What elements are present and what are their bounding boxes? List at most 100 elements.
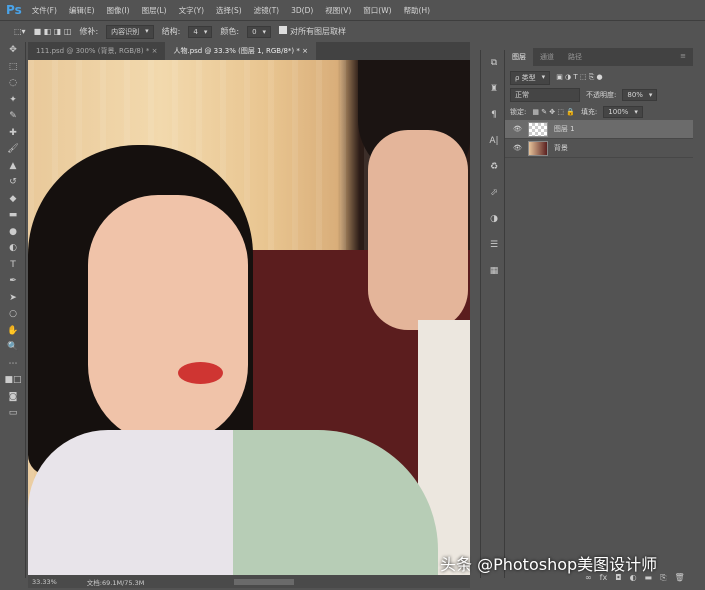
horizontal-scrollbar[interactable] <box>234 578 295 585</box>
options-bar: ⬚▾ ■ ◧ ◨ ◫ 修补: 内容识别 ▾ 结构: 4 ▾ 颜色: 0 ▾ 对所有图层… <box>0 20 705 42</box>
filter-icons[interactable]: ▣ ◑ T ⬚ ⎘ ● <box>556 73 602 82</box>
structure-value: 4 <box>193 27 198 36</box>
layer-thumbnail <box>527 140 548 156</box>
menu-bar: Ps 文件(F) 编辑(E) 图像(I) 图层(L) 文字(Y) 选择(S) 滤… <box>0 0 705 20</box>
menu-3d[interactable]: 3D(D) <box>291 6 313 15</box>
structure-select[interactable]: 4 ▾ <box>188 25 213 38</box>
filter-row: ρ 类型 ▾ ▣ ◑ T ⬚ ⎘ ● <box>505 69 693 86</box>
menu-select[interactable]: 选择(S) <box>216 5 242 16</box>
blend-mode-select[interactable]: 正常 <box>510 87 580 102</box>
sample-all-label: 对所有图层取样 <box>290 27 347 36</box>
tab-paths[interactable]: 路径 <box>561 48 589 66</box>
color-swatches-icon[interactable]: ■□ <box>0 372 26 389</box>
color-label: 颜色: <box>220 27 240 36</box>
zoom-tool-icon[interactable]: 🔍 <box>0 339 26 356</box>
screen-mode-icon[interactable]: ▭ <box>0 405 26 422</box>
blur-icon[interactable]: ● <box>0 224 26 241</box>
properties-icon[interactable]: ☰ <box>481 232 507 258</box>
tab-layers[interactable]: 图层 <box>505 48 533 66</box>
healing-brush-icon[interactable]: ✚ <box>0 125 26 142</box>
menu-layer[interactable]: 图层(L) <box>142 5 167 16</box>
gradient-icon[interactable]: ▬ <box>0 207 26 224</box>
pen-tool-icon[interactable]: ✒ <box>0 273 26 290</box>
layers-panel: 图层 通道 路径 ≡ ρ 类型 ▾ ▣ ◑ T ⬚ ⎘ ● 正常 不透明度: 80… <box>505 48 693 578</box>
paragraph-icon[interactable]: ¶ <box>481 102 507 128</box>
hand-tool-icon[interactable]: ✋ <box>0 323 26 340</box>
blend-mode: 正常 <box>515 90 529 99</box>
woman-lips <box>178 362 223 384</box>
fill-input[interactable]: 100% ▾ <box>603 105 643 118</box>
menu-image[interactable]: 图像(I) <box>107 5 130 16</box>
selection-mode-icons[interactable]: ■ ◧ ◨ ◫ <box>34 27 72 36</box>
opacity-value: 80% <box>627 90 643 99</box>
new-layer-icon[interactable]: ⎘ <box>660 573 666 583</box>
lock-label: 锁定: <box>510 107 527 116</box>
layer-row[interactable]: 👁 图层 1 <box>505 120 693 139</box>
opacity-label: 不透明度: <box>586 90 617 99</box>
patch-value: 内容识别 <box>111 27 140 36</box>
menu-file[interactable]: 文件(F) <box>32 5 57 16</box>
move-tool-icon[interactable]: ✥ <box>0 42 26 59</box>
layer-name: 图层 1 <box>553 125 575 133</box>
filter-kind-select[interactable]: ρ 类型 ▾ <box>510 70 551 85</box>
trash-icon[interactable]: 🗑 <box>675 573 685 583</box>
document-canvas[interactable] <box>28 60 470 575</box>
brush-icon[interactable]: 🖌 <box>0 141 26 158</box>
lasso-tool-icon[interactable]: ◌ <box>0 75 26 92</box>
tool-presets-icon[interactable]: ♻ <box>481 154 507 180</box>
panel-icon-strip: ⧉ ♜ ¶ A| ♻ ⬀ ◑ ☰ ▦ <box>480 50 505 578</box>
lock-icons[interactable]: ▦ ✎ ✥ ⬚ 🔒 <box>532 108 575 116</box>
character-icon[interactable]: A| <box>481 128 507 154</box>
menu-help[interactable]: 帮助(H) <box>404 5 431 16</box>
shape-tool-icon[interactable]: ○ <box>0 306 26 323</box>
opacity-input[interactable]: 80% ▾ <box>622 88 658 101</box>
visibility-eye-icon[interactable]: 👁 <box>513 144 522 152</box>
styles-icon[interactable]: ▦ <box>481 258 507 284</box>
tab-person-psd[interactable]: 人物.psd @ 33.3% (图层 1, RGB/8*) * × <box>165 42 316 60</box>
patch-label: 修补: <box>79 27 99 36</box>
menu-filter[interactable]: 滤镜(T) <box>254 5 279 16</box>
adjustments-icon[interactable]: ◑ <box>481 206 507 232</box>
path-select-icon[interactable]: ➤ <box>0 290 26 307</box>
panel-menu-icon[interactable]: ≡ <box>673 48 693 66</box>
history-panel-icon[interactable]: ⧉ <box>481 50 507 76</box>
zoom-level[interactable]: 33.33% <box>32 578 57 586</box>
edit-toolbar-icon[interactable]: ⋯ <box>0 356 26 373</box>
tab-111-psd[interactable]: 111.psd @ 300% (背景, RGB/8) * × <box>28 42 165 60</box>
type-tool-icon[interactable]: T <box>0 257 26 274</box>
dodge-icon[interactable]: ◐ <box>0 240 26 257</box>
tab-label: 人物.psd @ 33.3% (图层 1, RGB/8*) * <box>173 47 300 55</box>
menu-view[interactable]: 视图(V) <box>325 5 351 16</box>
quick-mask-icon[interactable]: ◙ <box>0 389 26 406</box>
navigator-icon[interactable]: ⬀ <box>481 180 507 206</box>
fill-label: 填充: <box>580 107 598 116</box>
woman-face <box>88 195 248 445</box>
brush-presets-icon[interactable]: ♜ <box>481 76 507 102</box>
menu-window[interactable]: 窗口(W) <box>363 5 391 16</box>
color-select[interactable]: 0 ▾ <box>247 25 272 38</box>
magic-wand-icon[interactable]: ✦ <box>0 92 26 109</box>
watermark: 头条 @Photoshop美图设计师 <box>440 555 658 574</box>
eyedropper-icon[interactable]: ✎ <box>0 108 26 125</box>
document-tabs: 111.psd @ 300% (背景, RGB/8) * × 人物.psd @ … <box>28 42 470 60</box>
lock-row: 锁定: ▦ ✎ ✥ ⬚ 🔒 填充: 100% ▾ <box>505 103 693 120</box>
patch-select[interactable]: 内容识别 ▾ <box>106 24 154 39</box>
status-bar: 33.33% 文档:69.1M/75.3M <box>28 575 470 588</box>
layer-row[interactable]: 👁 背景 <box>505 139 693 158</box>
marquee-tool-icon[interactable]: ⬚ <box>0 59 26 76</box>
history-brush-icon[interactable]: ↺ <box>0 174 26 191</box>
stamp-icon[interactable]: ▲ <box>0 158 26 175</box>
sample-all-checkbox[interactable]: 对所有图层取样 <box>279 26 346 37</box>
close-icon[interactable]: × <box>302 47 308 55</box>
menu-edit[interactable]: 编辑(E) <box>69 5 95 16</box>
close-icon[interactable]: × <box>152 47 158 55</box>
menu-type[interactable]: 文字(Y) <box>179 5 204 16</box>
patch-tool-icon[interactable]: ⬚▾ <box>14 27 26 36</box>
eraser-icon[interactable]: ◆ <box>0 191 26 208</box>
filter-kind: ρ 类型 <box>515 73 536 82</box>
document-size[interactable]: 文档:69.1M/75.3M <box>87 577 145 587</box>
photoshop-logo: Ps <box>6 3 22 17</box>
tab-channels[interactable]: 通道 <box>533 48 561 66</box>
woman-clothing <box>28 430 438 575</box>
visibility-eye-icon[interactable]: 👁 <box>513 125 522 133</box>
